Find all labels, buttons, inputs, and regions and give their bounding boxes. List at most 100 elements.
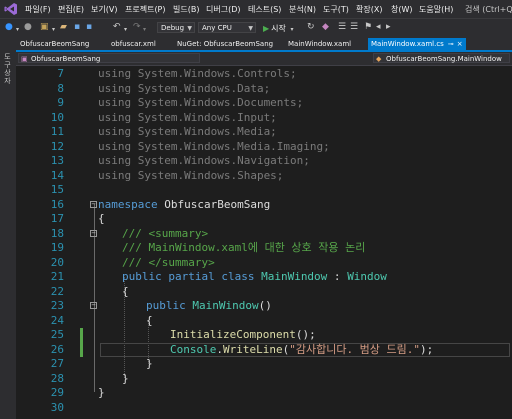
code-token: /// </summary> xyxy=(122,255,215,269)
menu-test[interactable]: 테스트(S) xyxy=(248,4,281,15)
code-line[interactable]: 15 xyxy=(16,183,512,198)
code-line[interactable]: 10 using System.Windows.Input; xyxy=(16,111,512,126)
back-icon[interactable]: ● xyxy=(5,23,13,32)
menu-view[interactable]: 보기(V) xyxy=(91,4,117,15)
menu-extensions[interactable]: 확장(X) xyxy=(356,4,382,15)
code-text: namespace ObfuscarBeomSang xyxy=(98,198,270,213)
menu-file[interactable]: 파일(F) xyxy=(25,4,51,15)
menu-help[interactable]: 도움말(H) xyxy=(419,4,453,15)
tab-nuget[interactable]: NuGet: ObfuscarBeomSang xyxy=(177,38,273,50)
code-line[interactable]: 9 using System.Windows.Documents; xyxy=(16,96,512,111)
code-token: namespace xyxy=(98,197,158,211)
code-token: using System.Windows.Media.Imaging; xyxy=(98,139,330,153)
code-token: using System.Windows.Input; xyxy=(98,110,277,124)
visual-studio-logo-icon xyxy=(4,3,17,15)
line-number: 19 xyxy=(50,241,64,254)
code-line[interactable]: 16 − namespace ObfuscarBeomSang xyxy=(16,198,512,213)
redo-icon[interactable]: ↷ xyxy=(133,23,141,32)
forward-icon[interactable]: ● xyxy=(24,23,32,32)
line-number: 28 xyxy=(50,371,64,385)
code-line[interactable]: 7 using System.Windows.Controls; xyxy=(16,67,512,82)
code-line[interactable]: 18 − /// <summary> xyxy=(16,227,512,242)
code-line[interactable]: 25 InitializeComponent(); xyxy=(16,328,512,343)
pin-icon[interactable]: ⊸ xyxy=(448,40,454,48)
code-text: /// </summary> xyxy=(122,256,215,271)
code-line[interactable]: 11 using System.Windows.Media; xyxy=(16,125,512,140)
standard-toolbar: ● ▾ ● ▣ ▾ ▰ ▪ ▪ ↶ ▾ ↷ ▾ Debug ▼ Any CPU … xyxy=(0,18,512,37)
code-line[interactable]: 26 Console.WriteLine("감사합니다. 범상 드림."); xyxy=(16,342,512,357)
side-tool-strip: 도구 상자 xyxy=(0,37,16,419)
class-icon: ◆ xyxy=(376,55,382,63)
new-project-icon[interactable]: ▣ xyxy=(40,23,49,32)
line-number: 8 xyxy=(57,81,64,95)
code-line[interactable]: 27} xyxy=(16,357,512,372)
undo-icon[interactable]: ↶ xyxy=(113,23,121,32)
code-line[interactable]: 17 { xyxy=(16,212,512,227)
open-folder-icon[interactable]: ▰ xyxy=(60,23,67,32)
code-line[interactable]: 22 { xyxy=(16,285,512,300)
tab-obfuscar-xml[interactable]: obfuscar.xml xyxy=(111,38,156,50)
redo-dropdown-icon[interactable]: ▾ xyxy=(143,25,146,34)
line-number: 24 xyxy=(50,313,64,327)
start-debug-button[interactable]: ▶ 시작 ▾ xyxy=(263,23,293,34)
back-dropdown-icon[interactable]: ▾ xyxy=(16,25,19,34)
step-over-icon[interactable]: ◆ xyxy=(322,23,329,32)
code-line[interactable]: 19 /// MainWindow.xaml에 대한 상호 작용 논리 xyxy=(16,241,512,256)
uncomment-icon[interactable]: ☰ xyxy=(350,23,358,32)
code-text: using System.Windows.Input; xyxy=(98,111,277,126)
menu-build[interactable]: 빌드(B) xyxy=(173,4,199,15)
solution-platform-select[interactable]: Any CPU ▼ xyxy=(198,22,256,33)
code-line[interactable]: 29} xyxy=(16,386,512,401)
code-line[interactable]: 13 using System.Windows.Navigation; xyxy=(16,154,512,169)
new-dropdown-icon[interactable]: ▾ xyxy=(52,25,55,34)
tab-mainwindow-xaml-cs[interactable]: MainWindow.xaml.cs ⊸ × xyxy=(368,38,466,50)
bookmark-next-icon[interactable]: ▸ xyxy=(386,23,391,32)
solution-configuration-value: Debug xyxy=(161,24,185,32)
collapse-icon[interactable]: − xyxy=(90,200,97,208)
code-token: public partial class xyxy=(122,270,262,283)
line-number: 15 xyxy=(50,183,64,196)
undo-dropdown-icon[interactable]: ▾ xyxy=(124,25,127,34)
tab-obfuscarbeomsang[interactable]: ObfuscarBeomSang xyxy=(20,38,89,50)
code-line[interactable]: 14 using System.Windows.Shapes; xyxy=(16,169,512,184)
tab-mainwindow-xaml[interactable]: MainWindow.xaml xyxy=(288,38,351,50)
collapse-icon[interactable]: − xyxy=(90,229,97,237)
code-editor[interactable]: 7 using System.Windows.Controls; 8 using Sy… xyxy=(16,66,512,419)
search-box[interactable]: 검색 (Ctrl+Q) xyxy=(465,4,512,15)
member-dropdown[interactable]: ◆ ObfuscarBeomSang.MainWindow xyxy=(373,53,510,63)
save-icon[interactable]: ▪ xyxy=(74,23,80,32)
code-token: ); xyxy=(420,342,434,356)
code-text: /// MainWindow.xaml에 대한 상호 작용 논리 xyxy=(122,241,365,256)
line-number: 14 xyxy=(50,168,64,182)
code-line[interactable]: 30 xyxy=(16,401,512,416)
code-line[interactable]: 28} xyxy=(16,372,512,387)
code-token: (); xyxy=(295,328,316,341)
code-line[interactable]: 23 − public MainWindow() xyxy=(16,299,512,314)
menu-debug[interactable]: 디버그(D) xyxy=(206,4,240,15)
code-text: } xyxy=(98,386,105,401)
close-icon[interactable]: × xyxy=(457,40,463,48)
toolbox-tab[interactable]: 도구 상자 xyxy=(3,53,12,85)
save-all-icon[interactable]: ▪ xyxy=(86,23,92,32)
comment-icon[interactable]: ☰ xyxy=(338,23,346,32)
collapse-icon[interactable]: − xyxy=(90,302,97,309)
code-line[interactable]: 12 using System.Windows.Media.Imaging; xyxy=(16,140,512,155)
menu-tools[interactable]: 도구(T) xyxy=(323,4,349,15)
menu-edit[interactable]: 편집(E) xyxy=(58,4,84,15)
solution-configuration-select[interactable]: Debug ▼ xyxy=(157,22,195,33)
line-number: 11 xyxy=(50,125,64,138)
code-text: using System.Windows.Navigation; xyxy=(98,154,310,169)
bookmark-prev-icon[interactable]: ◂ xyxy=(376,23,381,32)
code-line[interactable]: 8 using System.Windows.Data; xyxy=(16,82,512,97)
code-line[interactable]: 21 public partial class MainWindow : Wind… xyxy=(16,270,512,285)
code-text: using System.Windows.Media; xyxy=(98,125,277,140)
bookmark-icon[interactable]: ⚑ xyxy=(364,23,372,32)
menu-analyze[interactable]: 분석(N) xyxy=(289,4,316,15)
change-indicator xyxy=(80,342,83,357)
menu-window[interactable]: 창(W) xyxy=(391,4,413,15)
project-dropdown[interactable]: ▣ ObfuscarBeomSang xyxy=(18,53,200,63)
code-line[interactable]: 20 /// </summary> xyxy=(16,256,512,271)
hot-reload-icon[interactable]: ↻ xyxy=(307,23,315,32)
code-line[interactable]: 24 { xyxy=(16,314,512,329)
menu-project[interactable]: 프로젝트(P) xyxy=(125,4,166,15)
